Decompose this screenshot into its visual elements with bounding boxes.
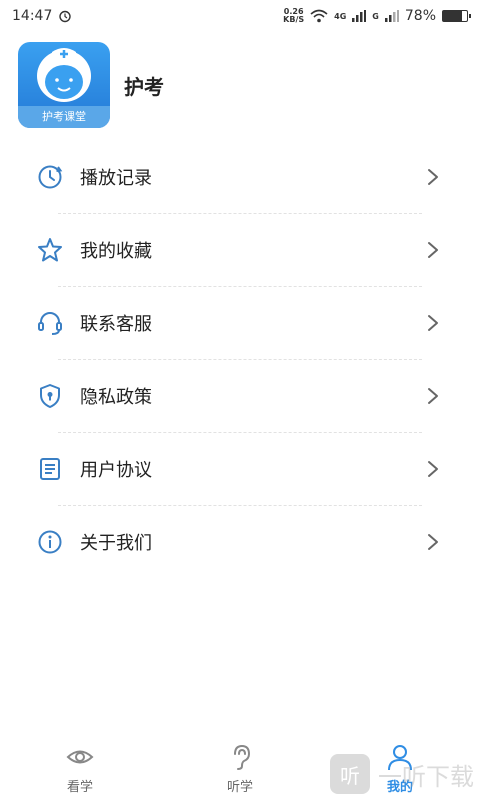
network-speed: 0.26 KB/S — [283, 8, 304, 24]
menu-label-privacy-policy: 隐私政策 — [80, 386, 152, 408]
menu-item-favorites[interactable]: 我的收藏 — [0, 213, 480, 286]
menu-label-favorites: 我的收藏 — [80, 240, 152, 262]
headset-icon — [38, 311, 62, 335]
settings-menu: 播放记录 我的收藏 联系客服 隐私政策 用户协议 关于我们 — [0, 140, 480, 578]
menu-item-user-agreement[interactable]: 用户协议 — [0, 432, 480, 505]
menu-item-customer-service[interactable]: 联系客服 — [0, 286, 480, 359]
menu-item-play-history[interactable]: 播放记录 — [0, 140, 480, 213]
chevron-right-icon — [428, 314, 438, 331]
watermark: 听 一听下载 — [330, 754, 474, 794]
document-list-icon — [40, 457, 60, 480]
tab-listen-learn[interactable]: 听学 — [200, 742, 280, 795]
chevron-right-icon — [428, 533, 438, 550]
menu-label-play-history: 播放记录 — [80, 167, 152, 189]
signal-label-g: G — [372, 11, 379, 21]
battery-percent: 78% — [404, 8, 436, 24]
tab-label-listen-learn: 听学 — [226, 779, 253, 795]
wifi-icon — [310, 9, 328, 23]
battery-level — [443, 11, 462, 21]
network-speed-unit: KB/S — [283, 15, 305, 24]
tab-watch-learn[interactable]: 看学 — [40, 742, 120, 795]
watermark-logo: 听 — [330, 754, 370, 794]
menu-label-about-us: 关于我们 — [80, 532, 152, 554]
ear-icon — [234, 744, 251, 770]
shield-lock-icon — [40, 383, 60, 408]
info-icon — [38, 530, 62, 553]
chevron-right-icon — [428, 387, 438, 404]
menu-label-user-agreement: 用户协议 — [80, 459, 152, 481]
status-left: 14:47 — [12, 8, 72, 24]
signal-icon-2 — [384, 10, 399, 22]
profile-header: 护考课堂 护考 — [18, 42, 164, 128]
history-clock-icon — [38, 165, 63, 188]
tab-label-watch-learn: 看学 — [66, 779, 93, 795]
chevron-right-icon — [428, 241, 438, 258]
menu-item-privacy-policy[interactable]: 隐私政策 — [0, 359, 480, 432]
menu-item-about-us[interactable]: 关于我们 — [0, 505, 480, 578]
logo-caption: 护考课堂 — [18, 106, 110, 128]
watermark-text: 一听下载 — [378, 762, 474, 791]
menu-label-customer-service: 联系客服 — [80, 313, 152, 335]
eye-icon — [66, 750, 94, 763]
signal-label-4g: 4G — [334, 11, 347, 21]
status-right: 0.26 KB/S 4G G 78% — [283, 8, 471, 24]
star-icon — [38, 237, 62, 261]
alarm-icon — [59, 10, 72, 23]
app-logo: 护考课堂 — [18, 42, 110, 128]
battery-icon — [442, 10, 471, 22]
chevron-right-icon — [428, 460, 438, 477]
nurse-icon — [37, 48, 91, 102]
app-name: 护考 — [124, 74, 164, 99]
signal-icon — [352, 10, 367, 22]
clock-time: 14:47 — [12, 8, 53, 24]
chevron-right-icon — [428, 168, 438, 185]
status-bar: 14:47 0.26 KB/S 4G G 78% — [0, 0, 480, 32]
